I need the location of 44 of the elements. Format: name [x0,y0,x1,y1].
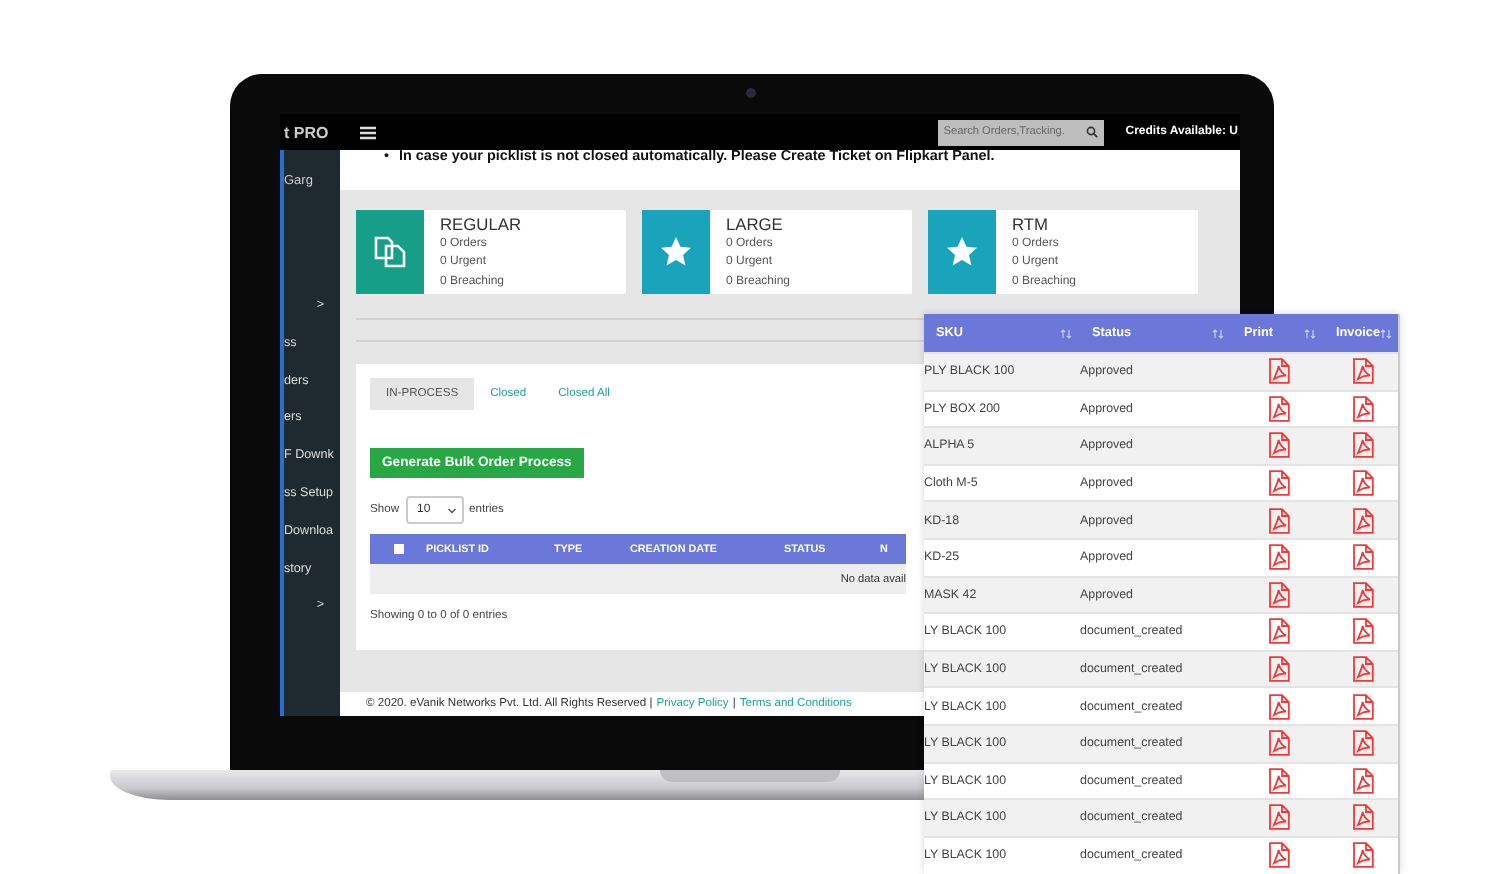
select-all-checkbox[interactable] [394,544,404,554]
caret-icon [447,507,456,513]
brand-logo: t PRO [282,123,331,141]
card-title: LARGE [726,214,785,234]
pdf-document-icon[interactable] [1351,656,1373,683]
pdf-document-icon[interactable] [1267,842,1289,869]
pdf-document-icon[interactable] [1267,804,1289,831]
pdf-document-icon[interactable] [1351,470,1373,497]
menu-icon[interactable] [360,125,376,139]
pdf-document-icon[interactable] [1351,618,1373,645]
pdf-document-icon[interactable] [1267,395,1289,422]
pdf-document-icon[interactable] [1267,730,1289,757]
pdf-document-icon[interactable] [1351,842,1373,869]
pdf-document-icon[interactable] [1351,730,1373,757]
search-icon[interactable] [1085,126,1098,138]
card-title: REGULAR [440,214,521,234]
sort-icon[interactable] [1060,327,1072,339]
pdf-document-icon[interactable] [1267,544,1289,571]
pdf-document-icon[interactable] [1267,581,1289,608]
camera-icon [746,88,756,98]
pdf-document-icon[interactable] [1351,581,1373,608]
pdf-document-icon[interactable] [1351,544,1373,571]
pdf-document-icon[interactable] [1267,507,1289,534]
pdf-document-icon[interactable] [1351,507,1373,534]
sort-icon[interactable] [1304,327,1316,339]
card-title: RTM [1012,214,1050,234]
pdf-document-icon[interactable] [1351,432,1373,459]
pdf-document-icon[interactable] [1267,693,1289,720]
copy-icon [374,236,406,268]
pdf-document-icon[interactable] [1351,358,1373,385]
pdf-document-icon[interactable] [1267,358,1289,385]
sort-icon[interactable] [1380,327,1392,339]
pdf-document-icon[interactable] [1267,618,1289,645]
pdf-document-icon[interactable] [1267,432,1289,459]
sort-icon[interactable] [1212,327,1224,339]
pdf-document-icon[interactable] [1351,395,1373,422]
pdf-document-icon[interactable] [1267,470,1289,497]
pdf-document-icon[interactable] [1351,693,1373,720]
pdf-document-icon[interactable] [1351,767,1373,794]
star-icon [946,236,978,268]
pdf-document-icon[interactable] [1267,656,1289,683]
pdf-document-icon[interactable] [1351,804,1373,831]
star-icon [660,236,692,268]
pdf-document-icon[interactable] [1267,767,1289,794]
